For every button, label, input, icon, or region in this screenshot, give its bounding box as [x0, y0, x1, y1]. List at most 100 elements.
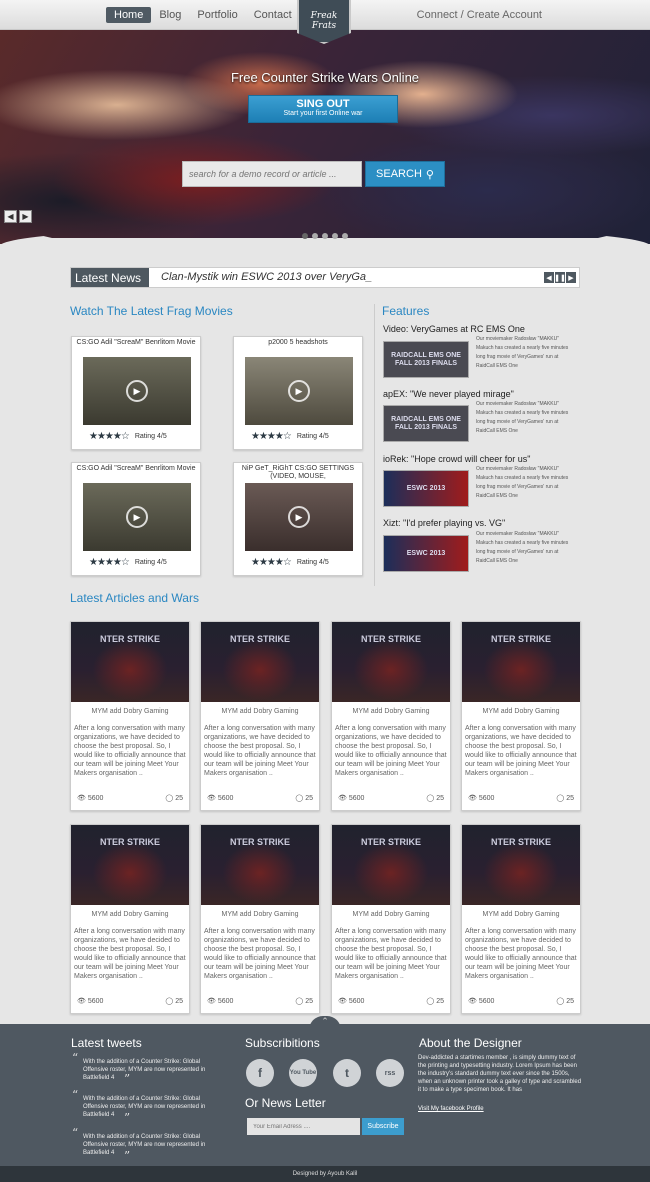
slider-dot[interactable] — [342, 233, 348, 239]
views-value: 5600 — [87, 795, 104, 802]
article-card[interactable]: NTER STRIKE MYM add Dobry Gaming After a l… — [200, 824, 320, 1014]
play-icon[interactable]: ▶ — [126, 506, 148, 528]
views-value: 5600 — [87, 998, 104, 1005]
views-count: 👁 5600 — [207, 794, 233, 802]
nav-contact[interactable]: Contact — [246, 7, 300, 23]
comment-icon: ◯ — [295, 795, 306, 802]
slider-next-icon[interactable]: ▶ — [19, 210, 32, 223]
article-image[interactable]: NTER STRIKE — [201, 622, 319, 702]
feature-description: Our moviemaker Radosław "MAKKU" Makuch h… — [476, 401, 569, 434]
hero-banner — [0, 30, 650, 244]
play-icon[interactable]: ▶ — [288, 506, 310, 528]
eye-icon: 👁 — [468, 998, 479, 1005]
article-image[interactable]: NTER STRIKE — [462, 622, 580, 702]
article-title[interactable]: MYM add Dobry Gaming — [462, 708, 580, 715]
article-card[interactable]: NTER STRIKE MYM add Dobry Gaming After a l… — [331, 621, 451, 811]
article-card[interactable]: NTER STRIKE MYM add Dobry Gaming After a l… — [200, 621, 320, 811]
about-heading: About the Designer — [419, 1036, 522, 1050]
movie-thumbnail[interactable]: ▶ — [83, 357, 191, 425]
article-card[interactable]: NTER STRIKE MYM add Dobry Gaming After a l… — [331, 824, 451, 1014]
feature-title[interactable]: ioRek: "Hope crowd will cheer for us" — [383, 454, 530, 464]
article-image[interactable]: NTER STRIKE — [71, 825, 189, 905]
article-title[interactable]: MYM add Dobry Gaming — [201, 708, 319, 715]
slider-dot[interactable] — [312, 233, 318, 239]
search-button[interactable]: SEARCH ⚲ — [365, 161, 445, 187]
eye-icon: 👁 — [207, 795, 218, 802]
connect-link[interactable]: Connect / Create Account — [417, 9, 542, 21]
article-title[interactable]: MYM add Dobry Gaming — [332, 708, 450, 715]
tweet-text: With the addition of a Counter Strike: G… — [83, 1134, 206, 1156]
subscribe-button[interactable]: Subscribe — [362, 1118, 404, 1135]
movie-card[interactable]: CS:GO Adil "ScreaM" Benrlitom Movie ▶ ★★… — [71, 462, 201, 576]
main-nav: Home Blog Portfolio Contact — [106, 7, 300, 23]
article-card[interactable]: NTER STRIKE MYM add Dobry Gaming After a l… — [70, 824, 190, 1014]
article-meta: 👁 5600 ◯ 25 — [468, 794, 574, 802]
article-image[interactable]: NTER STRIKE — [462, 825, 580, 905]
movie-thumbnail[interactable]: ▶ — [245, 357, 353, 425]
rating-text: Rating 4/5 — [134, 433, 167, 440]
movie-card[interactable]: CS:GO Adil "ScreaM" Benrlitom Movie ▶ ★★… — [71, 336, 201, 450]
newsletter-heading: Or News Letter — [245, 1096, 326, 1110]
article-excerpt: After a long conversation with many orga… — [204, 928, 316, 980]
back-to-top-icon[interactable]: ⌃ — [309, 1016, 341, 1030]
article-card[interactable]: NTER STRIKE MYM add Dobry Gaming After a l… — [70, 621, 190, 811]
feature-image[interactable]: RAIDCALL EMS ONE FALL 2013 FINALS — [383, 405, 469, 442]
news-headline[interactable]: Clan-Mystik win ESWC 2013 over VeryGa_ — [161, 271, 372, 283]
nav-portfolio[interactable]: Portfolio — [189, 7, 245, 23]
movie-thumbnail[interactable]: ▶ — [83, 483, 191, 551]
views-value: 5600 — [217, 795, 234, 802]
feature-image[interactable]: ESWC 2013 — [383, 470, 469, 507]
play-icon[interactable]: ▶ — [126, 380, 148, 402]
feature-title[interactable]: apEX: "We never played mirage" — [383, 389, 514, 399]
search-input[interactable] — [182, 161, 362, 187]
news-pause-icon[interactable]: ❚❚ — [554, 272, 566, 283]
quote-open-icon: “ — [72, 1051, 79, 1065]
facebook-profile-link[interactable]: Visit My facebook Profile — [418, 1106, 484, 1112]
views-count: 👁 5600 — [338, 794, 364, 802]
nav-home[interactable]: Home — [106, 7, 152, 23]
article-image[interactable]: NTER STRIKE — [332, 825, 450, 905]
feature-image[interactable]: ESWC 2013 — [383, 535, 469, 572]
article-image[interactable]: NTER STRIKE — [201, 825, 319, 905]
slider-dot[interactable] — [332, 233, 338, 239]
movie-card[interactable]: NiP GeT_RiGhT CS:GO SETTINGS (VIDEO, MOU… — [233, 462, 363, 576]
twitter-icon[interactable]: t — [333, 1059, 361, 1087]
rss-icon[interactable]: rss — [376, 1059, 404, 1087]
article-title[interactable]: MYM add Dobry Gaming — [332, 911, 450, 918]
quote-close-icon: ” — [124, 1149, 131, 1163]
article-title[interactable]: MYM add Dobry Gaming — [71, 708, 189, 715]
feature-title[interactable]: Xizt: "I'd prefer playing vs. VG" — [383, 518, 505, 528]
hero-search: SEARCH⚲ — [182, 161, 446, 189]
slider-dot[interactable] — [302, 233, 308, 239]
article-meta: 👁 5600 ◯ 25 — [338, 997, 444, 1005]
comments-value: 25 — [175, 795, 183, 802]
play-icon[interactable]: ▶ — [288, 380, 310, 402]
eye-icon: 👁 — [338, 795, 349, 802]
article-image[interactable]: NTER STRIKE — [71, 622, 189, 702]
comment-icon: ◯ — [426, 795, 437, 802]
movie-thumbnail[interactable]: ▶ — [245, 483, 353, 551]
feature-title[interactable]: Video: VeryGames at RC EMS One — [383, 324, 525, 334]
signout-button[interactable]: SING OUT Start your first Online war — [248, 95, 398, 123]
slider-prev-icon[interactable]: ◀ — [4, 210, 17, 223]
slider-dot[interactable] — [322, 233, 328, 239]
views-value: 5600 — [217, 998, 234, 1005]
article-meta: 👁 5600 ◯ 25 — [77, 794, 183, 802]
article-title[interactable]: MYM add Dobry Gaming — [71, 911, 189, 918]
article-excerpt: After a long conversation with many orga… — [204, 725, 316, 777]
movie-card[interactable]: p2000 5 headshots ▶ ★★★★☆ Rating 4/5 — [233, 336, 363, 450]
feature-image[interactable]: RAIDCALL EMS ONE FALL 2013 FINALS — [383, 341, 469, 378]
news-next-icon[interactable]: ▶ — [566, 272, 576, 283]
nav-blog[interactable]: Blog — [151, 7, 189, 23]
article-card[interactable]: NTER STRIKE MYM add Dobry Gaming After a l… — [461, 824, 581, 1014]
article-title[interactable]: MYM add Dobry Gaming — [201, 911, 319, 918]
facebook-icon[interactable]: f — [246, 1059, 274, 1087]
news-prev-icon[interactable]: ◀ — [544, 272, 554, 283]
article-card[interactable]: NTER STRIKE MYM add Dobry Gaming After a l… — [461, 621, 581, 811]
article-image[interactable]: NTER STRIKE — [332, 622, 450, 702]
youtube-icon[interactable]: You Tube — [289, 1059, 317, 1087]
about-text: Dev-addicted a startimes member , is sim… — [418, 1055, 582, 1093]
views-count: 👁 5600 — [338, 997, 364, 1005]
article-title[interactable]: MYM add Dobry Gaming — [462, 911, 580, 918]
newsletter-email-input[interactable] — [247, 1118, 360, 1135]
